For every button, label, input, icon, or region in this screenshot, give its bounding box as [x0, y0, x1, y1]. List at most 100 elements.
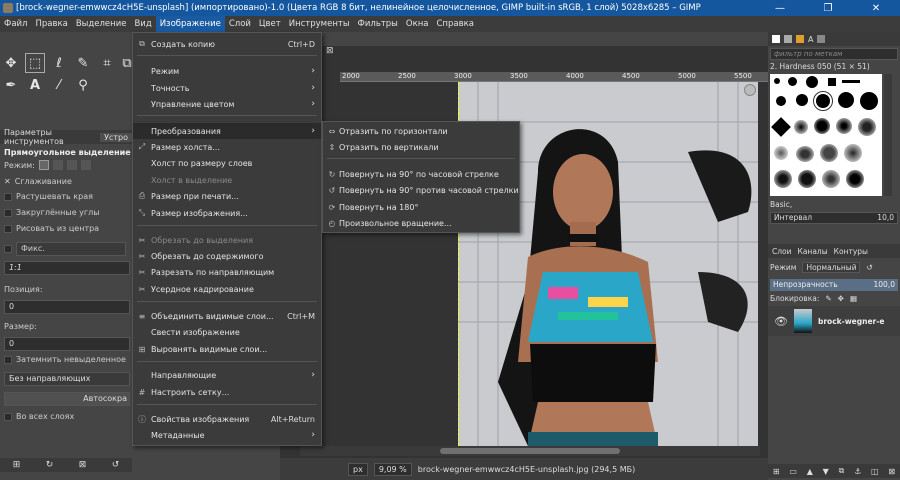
fonts-tab-icon[interactable]: A	[808, 35, 813, 44]
reset-options-icon[interactable]: ↺	[112, 460, 120, 470]
size-field[interactable]: 0	[4, 337, 130, 351]
menu-image[interactable]: Изображение	[155, 16, 225, 32]
rounded-checkbox[interactable]	[4, 208, 12, 217]
fixed-checkbox[interactable]	[4, 245, 12, 253]
lock-position-icon[interactable]: ✥	[838, 294, 844, 303]
antialias-checkbox[interactable]: ✕	[4, 177, 11, 186]
tab-channels[interactable]: Каналы	[798, 247, 828, 256]
mask-layer-icon[interactable]: ◫	[871, 467, 879, 476]
submenu-rotate-180[interactable]: ⟳ Повернуть на 180°	[323, 199, 519, 215]
lock-pixels-icon[interactable]: ✎	[825, 294, 831, 303]
menu-select[interactable]: Выделение	[72, 16, 131, 32]
paths-tool-icon[interactable]: ✒	[2, 76, 20, 94]
visibility-eye-icon[interactable]: 👁	[774, 315, 788, 328]
zoom-dropdown[interactable]: 9,09 %	[373, 462, 412, 476]
documents-tab-icon[interactable]	[817, 35, 826, 43]
mode-reset-icon[interactable]: ↺	[866, 263, 872, 272]
menu-item-fit-canvas-layers[interactable]: Холст по размеру слоев	[133, 155, 321, 171]
menu-item-crop-content[interactable]: ✂ Обрезать до содержимого	[133, 248, 321, 264]
minimize-button[interactable]: —	[756, 0, 804, 16]
menu-item-duplicate[interactable]: ⧉ Создать копию Ctrl+D	[133, 36, 321, 52]
lasso-tool-icon[interactable]: ℓ	[50, 54, 68, 72]
all-layers-checkbox[interactable]	[4, 412, 12, 421]
spacing-field[interactable]: Интервал 10,0	[770, 212, 898, 224]
fixed-dropdown[interactable]: Фикс.	[16, 242, 126, 256]
submenu-arbitrary-rotation[interactable]: ◴ Произвольное вращение...	[323, 215, 519, 231]
close-tab-icon[interactable]: ⊠	[326, 46, 338, 58]
raise-layer-icon[interactable]: ▲	[807, 467, 813, 476]
horizontal-scrollbar[interactable]	[300, 446, 760, 456]
scroll-thumb[interactable]	[440, 448, 620, 454]
duplicate-layer-icon[interactable]: ⧉	[839, 466, 845, 476]
menu-item-scale-image[interactable]: ⤡ Размер изображения...	[133, 205, 321, 221]
menu-help[interactable]: Справка	[432, 16, 477, 32]
rect-select-tool-icon[interactable]: ⬚	[25, 53, 45, 73]
tab-tool-options[interactable]: Параметры инструментов	[0, 128, 100, 146]
shade-checkbox[interactable]	[4, 355, 12, 364]
submenu-flip-vertical[interactable]: ⇕ Отразить по вертикали	[323, 139, 519, 155]
menu-item-configure-grid[interactable]: # Настроить сетку...	[133, 384, 321, 400]
menu-item-align-layers[interactable]: ⊞ Выровнять видимые слои...	[133, 341, 321, 357]
submenu-rotate-cw[interactable]: ↻ Повернуть на 90° по часовой стрелке	[323, 166, 519, 182]
autoshrink-button[interactable]: Автосокра	[4, 392, 130, 406]
layer-name[interactable]: brock-wegner-e	[818, 317, 884, 326]
delete-preset-icon[interactable]: ⊠	[79, 460, 87, 470]
menu-layer[interactable]: Слой	[225, 16, 255, 32]
mode-subtract-icon[interactable]	[66, 160, 77, 170]
submenu-flip-horizontal[interactable]: ⇔ Отразить по горизонтали	[323, 123, 519, 139]
fuzzy-select-tool-icon[interactable]: ✎	[74, 54, 92, 72]
new-group-icon[interactable]: ▭	[789, 467, 797, 476]
brush-scrollbar[interactable]	[884, 74, 892, 196]
new-layer-icon[interactable]: ⊞	[773, 467, 780, 476]
maximize-button[interactable]: ❐	[804, 0, 852, 16]
tab-device-status[interactable]: Устро	[100, 132, 132, 142]
patterns-tab-icon[interactable]	[784, 35, 792, 43]
menu-item-image-properties[interactable]: ⓘ Свойства изображения Alt+Return	[133, 411, 321, 427]
menu-item-slice-guides[interactable]: ✂ Разрезать по направляющим	[133, 264, 321, 280]
delete-layer-icon[interactable]: ⊠	[888, 467, 895, 476]
menu-item-zealous-crop[interactable]: ✂ Усердное кадрирование	[133, 281, 321, 297]
center-checkbox[interactable]	[4, 224, 12, 233]
tab-paths[interactable]: Контуры	[834, 247, 868, 256]
menu-view[interactable]: Вид	[130, 16, 155, 32]
position-field[interactable]: 0	[4, 300, 130, 314]
mode-intersect-icon[interactable]	[80, 160, 91, 170]
menu-item-mode[interactable]: Режим ›	[133, 63, 321, 79]
text-tool-icon[interactable]: A	[26, 76, 44, 94]
move-tool-icon[interactable]: ✥	[2, 54, 20, 72]
tab-layers[interactable]: Слои	[772, 247, 792, 256]
brushes-tab-icon[interactable]	[772, 35, 780, 43]
restore-preset-icon[interactable]: ↻	[46, 460, 54, 470]
menu-colors[interactable]: Цвет	[255, 16, 285, 32]
lower-layer-icon[interactable]: ▼	[823, 467, 829, 476]
zoom-tool-icon[interactable]: ⚲	[74, 76, 92, 94]
menu-item-flatten[interactable]: Свести изображение	[133, 324, 321, 340]
menu-item-merge-visible[interactable]: ≡ Объединить видимые слои... Ctrl+M	[133, 308, 321, 324]
unit-dropdown[interactable]: px	[348, 462, 368, 476]
menu-item-canvas-size[interactable]: ⤢ Размер холста...	[133, 139, 321, 155]
guides-dropdown[interactable]: Без направляющих	[4, 372, 130, 386]
mode-replace-icon[interactable]	[38, 160, 49, 170]
brush-grid[interactable]	[770, 74, 882, 196]
menu-edit[interactable]: Правка	[31, 16, 71, 32]
lock-alpha-icon[interactable]: ▦	[850, 294, 857, 303]
menu-item-metadata[interactable]: Метаданные ›	[133, 427, 321, 443]
feather-checkbox[interactable]	[4, 192, 12, 201]
color-picker-icon[interactable]: ⁄	[50, 76, 68, 94]
menu-file[interactable]: Файл	[0, 16, 31, 32]
menu-item-guides[interactable]: Направляющие ›	[133, 367, 321, 383]
mode-add-icon[interactable]	[52, 160, 63, 170]
layer-mode-dropdown[interactable]: Нормальный	[802, 262, 861, 273]
menu-tools[interactable]: Инструменты	[285, 16, 354, 32]
menu-item-precision[interactable]: Точность ›	[133, 80, 321, 96]
menu-item-print-size[interactable]: ⎙ Размер при печати...	[133, 188, 321, 204]
anchor-layer-icon[interactable]: ⚓	[854, 467, 861, 476]
save-preset-icon[interactable]: ⊞	[13, 460, 21, 470]
menu-item-transform[interactable]: Преобразования ›	[133, 123, 321, 139]
menu-windows[interactable]: Окна	[402, 16, 433, 32]
menu-filters[interactable]: Фильтры	[354, 16, 402, 32]
menu-item-color-management[interactable]: Управление цветом ›	[133, 96, 321, 112]
crop-tool-icon[interactable]: ⌗	[98, 54, 116, 72]
zoom-fit-icon[interactable]	[744, 84, 756, 96]
opacity-slider[interactable]: Непрозрачность 100,0	[770, 279, 898, 291]
